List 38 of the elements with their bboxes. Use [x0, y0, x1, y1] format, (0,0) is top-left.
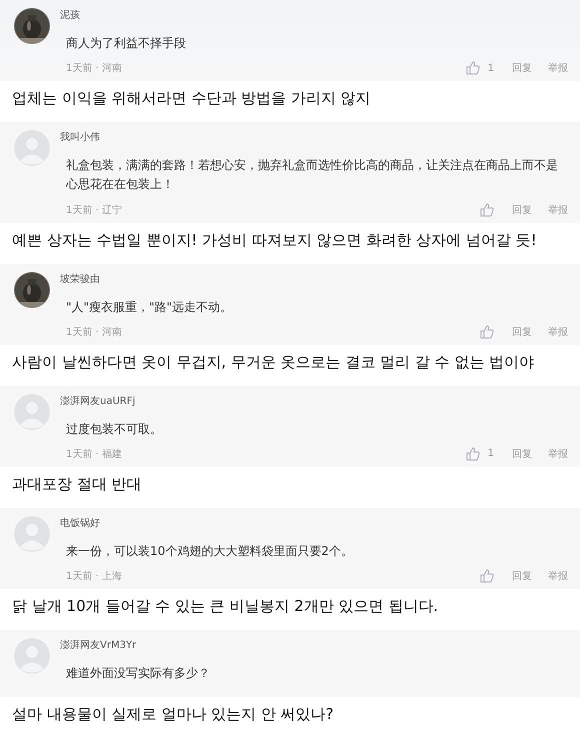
reply-link[interactable]: 回复 — [512, 61, 532, 76]
report-link[interactable]: 举报 — [548, 446, 568, 461]
report-link[interactable]: 举报 — [548, 569, 568, 584]
thumbs-up-icon[interactable] — [480, 202, 494, 217]
comment-text: "人"瘦衣服重，"路"远走不动。 — [66, 298, 234, 316]
like-count: 1 — [488, 62, 494, 74]
like-count: 1 — [488, 448, 494, 460]
comment-text: 礼盒包装，满满的套路！若想心安，抛弃礼盒而选性价比高的商品，让关注点在商品上而不是心思花在在包装上！ — [66, 157, 559, 194]
avatar-icon — [14, 130, 50, 166]
username[interactable]: 澎湃网友uaURFj — [60, 394, 568, 408]
time-location: 1天前 · 福建 — [66, 448, 122, 460]
reply-link[interactable]: 回复 — [512, 324, 532, 339]
report-link[interactable]: 举报 — [548, 202, 568, 217]
time-location: 1天前 · 辽宁 — [66, 204, 122, 216]
username[interactable]: 澎湃网友VrM3Yr — [60, 638, 568, 652]
report-link[interactable]: 举报 — [548, 324, 568, 339]
avatar-icon — [14, 516, 50, 552]
thumbs-up-icon[interactable] — [466, 446, 480, 461]
reply-link[interactable]: 回复 — [512, 569, 532, 584]
avatar-icon — [14, 394, 50, 430]
report-link[interactable]: 举报 — [548, 61, 568, 76]
comment-text: 商人为了利益不择手段 — [66, 35, 187, 52]
avatar-icon — [14, 638, 50, 674]
reply-link[interactable]: 回复 — [512, 446, 532, 461]
thumbs-up-icon[interactable] — [480, 324, 494, 339]
comment-text: 过度包装不可取。 — [66, 420, 163, 438]
reply-link[interactable]: 回复 — [512, 202, 532, 217]
username[interactable]: 泥孩 — [60, 8, 568, 22]
time-location: 1天前 · 上海 — [66, 571, 122, 582]
thumbs-up-icon[interactable] — [480, 569, 494, 584]
username[interactable]: 电饭锅好 — [60, 516, 568, 530]
time-location: 1天前 · 河南 — [66, 326, 122, 338]
username[interactable]: 坡荣骏由 — [60, 272, 568, 286]
username[interactable]: 我叫小伟 — [60, 130, 568, 144]
comment-text: 难道外面没写实际有多少？ — [66, 665, 211, 682]
comment-text: 来一份，可以装10个鸡翅的大大塑料袋里面只要2个。 — [66, 542, 354, 560]
time-location: 1天前 · 河南 — [66, 63, 122, 74]
thumbs-up-icon[interactable] — [466, 61, 480, 76]
